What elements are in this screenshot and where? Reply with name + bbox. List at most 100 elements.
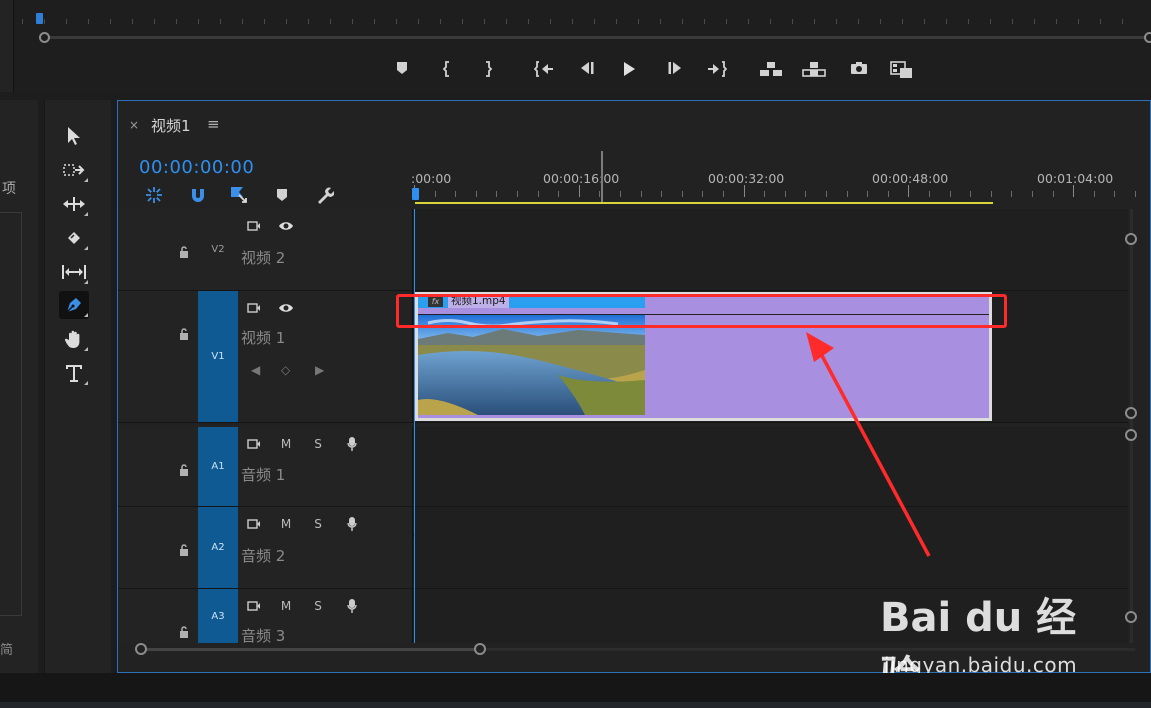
next-keyframe-icon[interactable]: ▶ <box>315 363 324 377</box>
track-name-a2: 音频 2 <box>241 547 286 565</box>
vertical-scrollbar[interactable] <box>1124 209 1138 643</box>
play-icon[interactable] <box>617 58 641 80</box>
mute-button[interactable]: M <box>275 435 297 453</box>
lock-icon[interactable] <box>179 325 189 344</box>
monitor-ruler-tick <box>550 19 551 24</box>
mark-in-icon[interactable] <box>435 58 459 80</box>
work-area-bar[interactable] <box>415 202 993 204</box>
slip-tool-icon[interactable] <box>59 258 89 286</box>
hand-tool-icon[interactable] <box>59 325 89 353</box>
monitor-ruler-tick <box>528 19 529 24</box>
add-marker-timeline-icon[interactable] <box>271 184 293 206</box>
panel-menu-button[interactable]: ≡ <box>207 115 220 133</box>
sync-lock-icon[interactable] <box>243 217 265 235</box>
mute-button[interactable]: M <box>275 515 297 533</box>
linked-selection-icon[interactable] <box>228 184 250 206</box>
sync-lock-icon[interactable] <box>243 515 265 533</box>
ruler-label-4: 00:01:04:00 <box>1037 171 1114 186</box>
monitor-zoom-handle-right[interactable] <box>1144 32 1151 43</box>
project-bin-area[interactable] <box>0 212 22 616</box>
prev-keyframe-icon[interactable]: ◀ <box>251 363 260 377</box>
track-header-v1: V1 视频 1 ◀ ◇ ▶ <box>118 291 413 422</box>
lock-icon[interactable] <box>179 623 189 642</box>
button-editor-icon[interactable] <box>890 58 914 80</box>
sequence-tab-title[interactable]: 视频1 <box>151 115 191 136</box>
ripple-edit-tool-icon[interactable] <box>59 190 89 218</box>
solo-button[interactable]: S <box>307 435 329 453</box>
zoom-handle-right[interactable] <box>474 643 486 655</box>
sync-lock-icon[interactable] <box>243 299 265 317</box>
ruler-tick <box>723 191 724 197</box>
lock-icon[interactable] <box>179 243 189 262</box>
track-target-a2[interactable]: A2 <box>198 507 238 588</box>
monitor-ruler-tick <box>704 19 705 24</box>
microphone-icon[interactable] <box>341 597 363 615</box>
selection-tool-icon[interactable] <box>59 122 89 150</box>
monitor-ruler-tick <box>220 19 221 24</box>
audio-zoom-handle-bottom[interactable] <box>1125 611 1137 623</box>
audio-zoom-handle-top[interactable] <box>1125 429 1137 441</box>
video-zoom-handle-bottom[interactable] <box>1125 407 1137 419</box>
mute-button[interactable]: M <box>275 597 297 615</box>
solo-button[interactable]: S <box>307 597 329 615</box>
wrench-icon[interactable] <box>314 184 336 206</box>
go-to-out-icon[interactable] <box>705 58 729 80</box>
track-select-tool-icon[interactable] <box>59 156 89 184</box>
monitor-time-ruler[interactable] <box>22 10 1151 28</box>
horizontal-scroll-thumb[interactable] <box>141 648 481 651</box>
track-target-v1[interactable]: V1 <box>198 291 238 422</box>
go-to-in-icon[interactable] <box>532 58 556 80</box>
monitor-ruler-tick <box>946 19 947 24</box>
monitor-ruler-tick <box>352 19 353 24</box>
track-header-a2: A2 M S 音频 2 <box>118 507 413 588</box>
mark-out-icon[interactable] <box>476 58 500 80</box>
playhead-timecode[interactable]: 00:00:00:00 <box>139 157 254 178</box>
zoom-handle-left[interactable] <box>135 643 147 655</box>
solo-button[interactable]: S <box>307 515 329 533</box>
microphone-icon[interactable] <box>341 435 363 453</box>
razor-tool-icon[interactable] <box>59 224 89 252</box>
sync-lock-icon[interactable] <box>243 597 265 615</box>
snap-icon[interactable] <box>187 184 209 206</box>
ruler-tick <box>640 191 642 197</box>
track-header-a1: A1 M S 音频 1 <box>118 427 413 506</box>
track-v2: V2 视频 2 <box>118 209 1128 291</box>
add-marker-icon[interactable] <box>390 58 414 80</box>
track-body-a2[interactable] <box>414 507 1128 588</box>
track-body-v2[interactable] <box>414 209 1128 290</box>
track-body-a1[interactable] <box>414 427 1128 506</box>
track-target-v2[interactable]: V2 <box>198 209 238 290</box>
timeline-playhead-handle[interactable] <box>412 188 419 200</box>
sync-lock-icon[interactable] <box>243 435 265 453</box>
ruler-label-3: 00:00:48:00 <box>872 171 949 186</box>
playhead-line[interactable] <box>414 209 415 643</box>
lock-icon[interactable] <box>179 541 189 560</box>
ruler-tick <box>702 191 704 197</box>
track-target-a3[interactable]: A3 <box>198 589 238 643</box>
monitor-ruler-tick <box>1100 19 1101 24</box>
step-forward-icon[interactable] <box>663 58 687 80</box>
eye-icon[interactable] <box>275 299 297 317</box>
video-zoom-handle-top[interactable] <box>1125 233 1137 245</box>
step-back-icon[interactable] <box>575 58 599 80</box>
nest-sequence-icon[interactable] <box>143 184 165 206</box>
lock-icon[interactable] <box>179 461 189 480</box>
export-frame-icon[interactable] <box>847 58 871 80</box>
close-tab-button[interactable]: × <box>129 118 139 132</box>
monitor-ruler-tick <box>572 19 573 24</box>
monitor-playhead[interactable] <box>36 13 43 24</box>
time-ruler[interactable]: :00:00 00:00:16:00 00:00:32:00 00:00:48:… <box>411 151 1151 211</box>
track-header-a3: A3 M S 音频 3 <box>118 589 413 645</box>
overwrite-icon[interactable] <box>802 58 826 80</box>
type-tool-icon[interactable] <box>59 359 89 387</box>
track-target-a1[interactable]: A1 <box>198 427 238 506</box>
eye-icon[interactable] <box>275 217 297 235</box>
ruler-tick <box>537 191 539 197</box>
monitor-zoom-handle-left[interactable] <box>39 32 50 43</box>
microphone-icon[interactable] <box>341 515 363 533</box>
monitor-ruler-tick <box>1034 19 1035 24</box>
pen-tool-icon[interactable] <box>59 291 89 319</box>
insert-icon[interactable] <box>759 58 783 80</box>
monitor-zoom-scrollbar[interactable] <box>44 36 1151 39</box>
add-keyframe-icon[interactable]: ◇ <box>281 363 290 377</box>
